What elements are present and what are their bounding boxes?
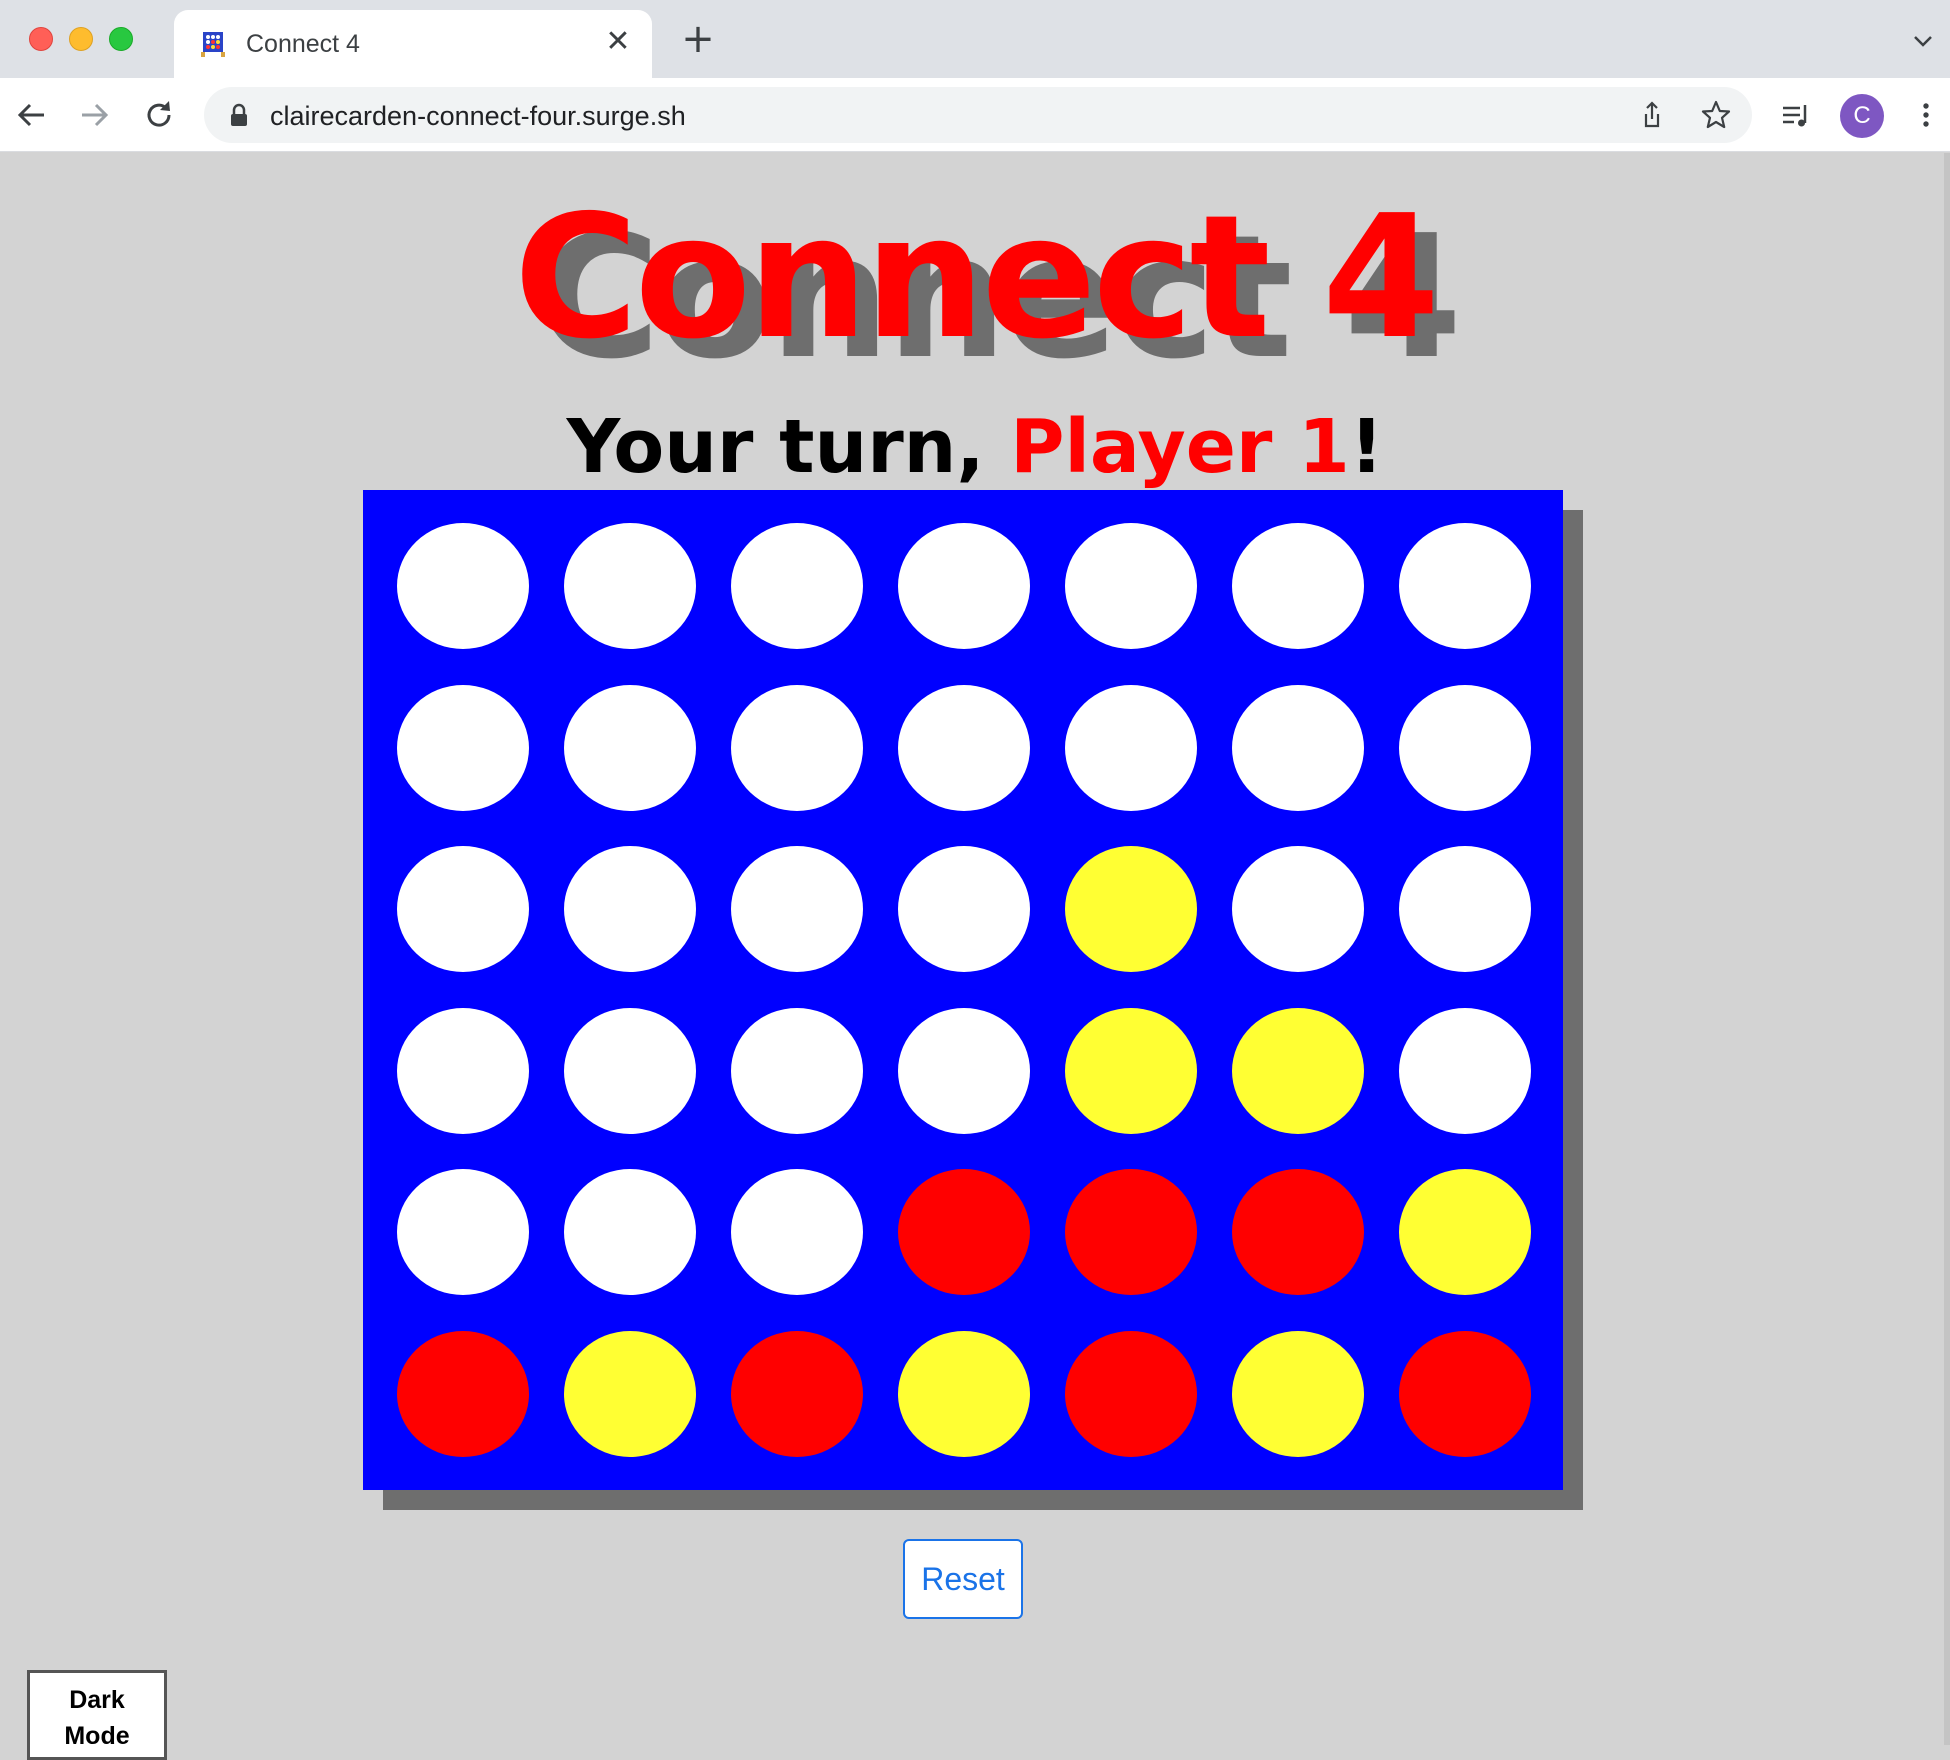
- red-disc[interactable]: [1232, 1169, 1364, 1295]
- browser-toolbar: clairecarden-connect-four.surge.sh: [0, 78, 1950, 152]
- yellow-disc[interactable]: [1232, 1007, 1364, 1134]
- empty-slot[interactable]: [397, 846, 529, 972]
- dark-mode-button[interactable]: Dark Mode: [27, 1670, 167, 1760]
- empty-slot[interactable]: [1399, 846, 1531, 972]
- empty-slot[interactable]: [731, 1007, 863, 1134]
- browser-tab[interactable]: Connect 4 ✕: [174, 10, 652, 78]
- tab-strip: Connect 4 ✕ +: [0, 0, 1950, 78]
- empty-slot[interactable]: [731, 1169, 863, 1295]
- empty-slot[interactable]: [564, 846, 696, 972]
- empty-slot[interactable]: [1232, 846, 1364, 972]
- empty-slot[interactable]: [1065, 684, 1197, 811]
- connect-four-favicon-icon: [201, 32, 225, 57]
- yellow-disc[interactable]: [1399, 1169, 1531, 1295]
- red-disc[interactable]: [1065, 1330, 1197, 1457]
- red-disc[interactable]: [1065, 1169, 1197, 1295]
- empty-slot[interactable]: [898, 846, 1030, 972]
- turn-prefix: Your turn,: [566, 404, 1011, 490]
- empty-slot[interactable]: [731, 846, 863, 972]
- more-options-icon[interactable]: [1910, 99, 1942, 131]
- empty-slot[interactable]: [1232, 684, 1364, 811]
- back-arrow-icon[interactable]: [12, 95, 52, 135]
- empty-slot[interactable]: [564, 523, 696, 649]
- empty-slot[interactable]: [898, 523, 1030, 649]
- empty-slot[interactable]: [564, 684, 696, 811]
- close-tab-icon[interactable]: ✕: [602, 26, 634, 58]
- close-window-button[interactable]: [29, 27, 53, 51]
- empty-slot[interactable]: [1399, 523, 1531, 649]
- empty-slot[interactable]: [898, 1007, 1030, 1134]
- empty-slot[interactable]: [731, 523, 863, 649]
- empty-slot[interactable]: [731, 684, 863, 811]
- reset-button[interactable]: Reset: [903, 1539, 1023, 1619]
- bookmark-star-icon[interactable]: [1700, 99, 1732, 131]
- empty-slot[interactable]: [397, 1007, 529, 1134]
- empty-slot[interactable]: [1232, 523, 1364, 649]
- game-page: Connect 4 Your turn, Player 1! Reset Dar…: [0, 153, 1950, 1760]
- turn-indicator: Your turn, Player 1!: [0, 403, 1950, 492]
- empty-slot[interactable]: [564, 1007, 696, 1134]
- empty-slot[interactable]: [397, 1169, 529, 1295]
- empty-slot[interactable]: [898, 684, 1030, 811]
- yellow-disc[interactable]: [1065, 1007, 1197, 1134]
- reload-icon[interactable]: [139, 95, 179, 135]
- red-disc[interactable]: [397, 1330, 529, 1457]
- new-tab-icon[interactable]: +: [680, 19, 716, 59]
- dark-mode-label-line2: Mode: [64, 1722, 130, 1750]
- empty-slot[interactable]: [564, 1169, 696, 1295]
- url-text[interactable]: clairecarden-connect-four.surge.sh: [270, 101, 686, 132]
- red-disc[interactable]: [731, 1330, 863, 1457]
- address-bar[interactable]: clairecarden-connect-four.surge.sh: [204, 87, 1752, 143]
- media-queue-icon[interactable]: [1780, 99, 1812, 131]
- game-title: Connect 4: [513, 179, 1440, 377]
- page-scrollbar[interactable]: [1944, 153, 1950, 1745]
- current-player: Player 1: [1010, 404, 1350, 490]
- empty-slot[interactable]: [1399, 1007, 1531, 1134]
- red-disc[interactable]: [1399, 1330, 1531, 1457]
- chevron-down-icon[interactable]: [1908, 26, 1938, 56]
- empty-slot[interactable]: [1065, 523, 1197, 649]
- turn-suffix: !: [1349, 404, 1384, 490]
- lock-icon[interactable]: [228, 103, 250, 127]
- tab-title: Connect 4: [246, 30, 360, 58]
- red-disc[interactable]: [898, 1169, 1030, 1295]
- yellow-disc[interactable]: [1065, 846, 1197, 972]
- yellow-disc[interactable]: [898, 1330, 1030, 1457]
- empty-slot[interactable]: [1399, 684, 1531, 811]
- forward-arrow-icon[interactable]: [74, 95, 114, 135]
- share-icon[interactable]: [1636, 99, 1668, 131]
- dark-mode-label-line1: Dark: [69, 1686, 125, 1714]
- game-board: [363, 490, 1563, 1490]
- yellow-disc[interactable]: [564, 1330, 696, 1457]
- fullscreen-window-button[interactable]: [109, 27, 133, 51]
- empty-slot[interactable]: [397, 684, 529, 811]
- minimize-window-button[interactable]: [69, 27, 93, 51]
- empty-slot[interactable]: [397, 523, 529, 649]
- yellow-disc[interactable]: [1232, 1330, 1364, 1457]
- profile-avatar[interactable]: C: [1840, 94, 1884, 138]
